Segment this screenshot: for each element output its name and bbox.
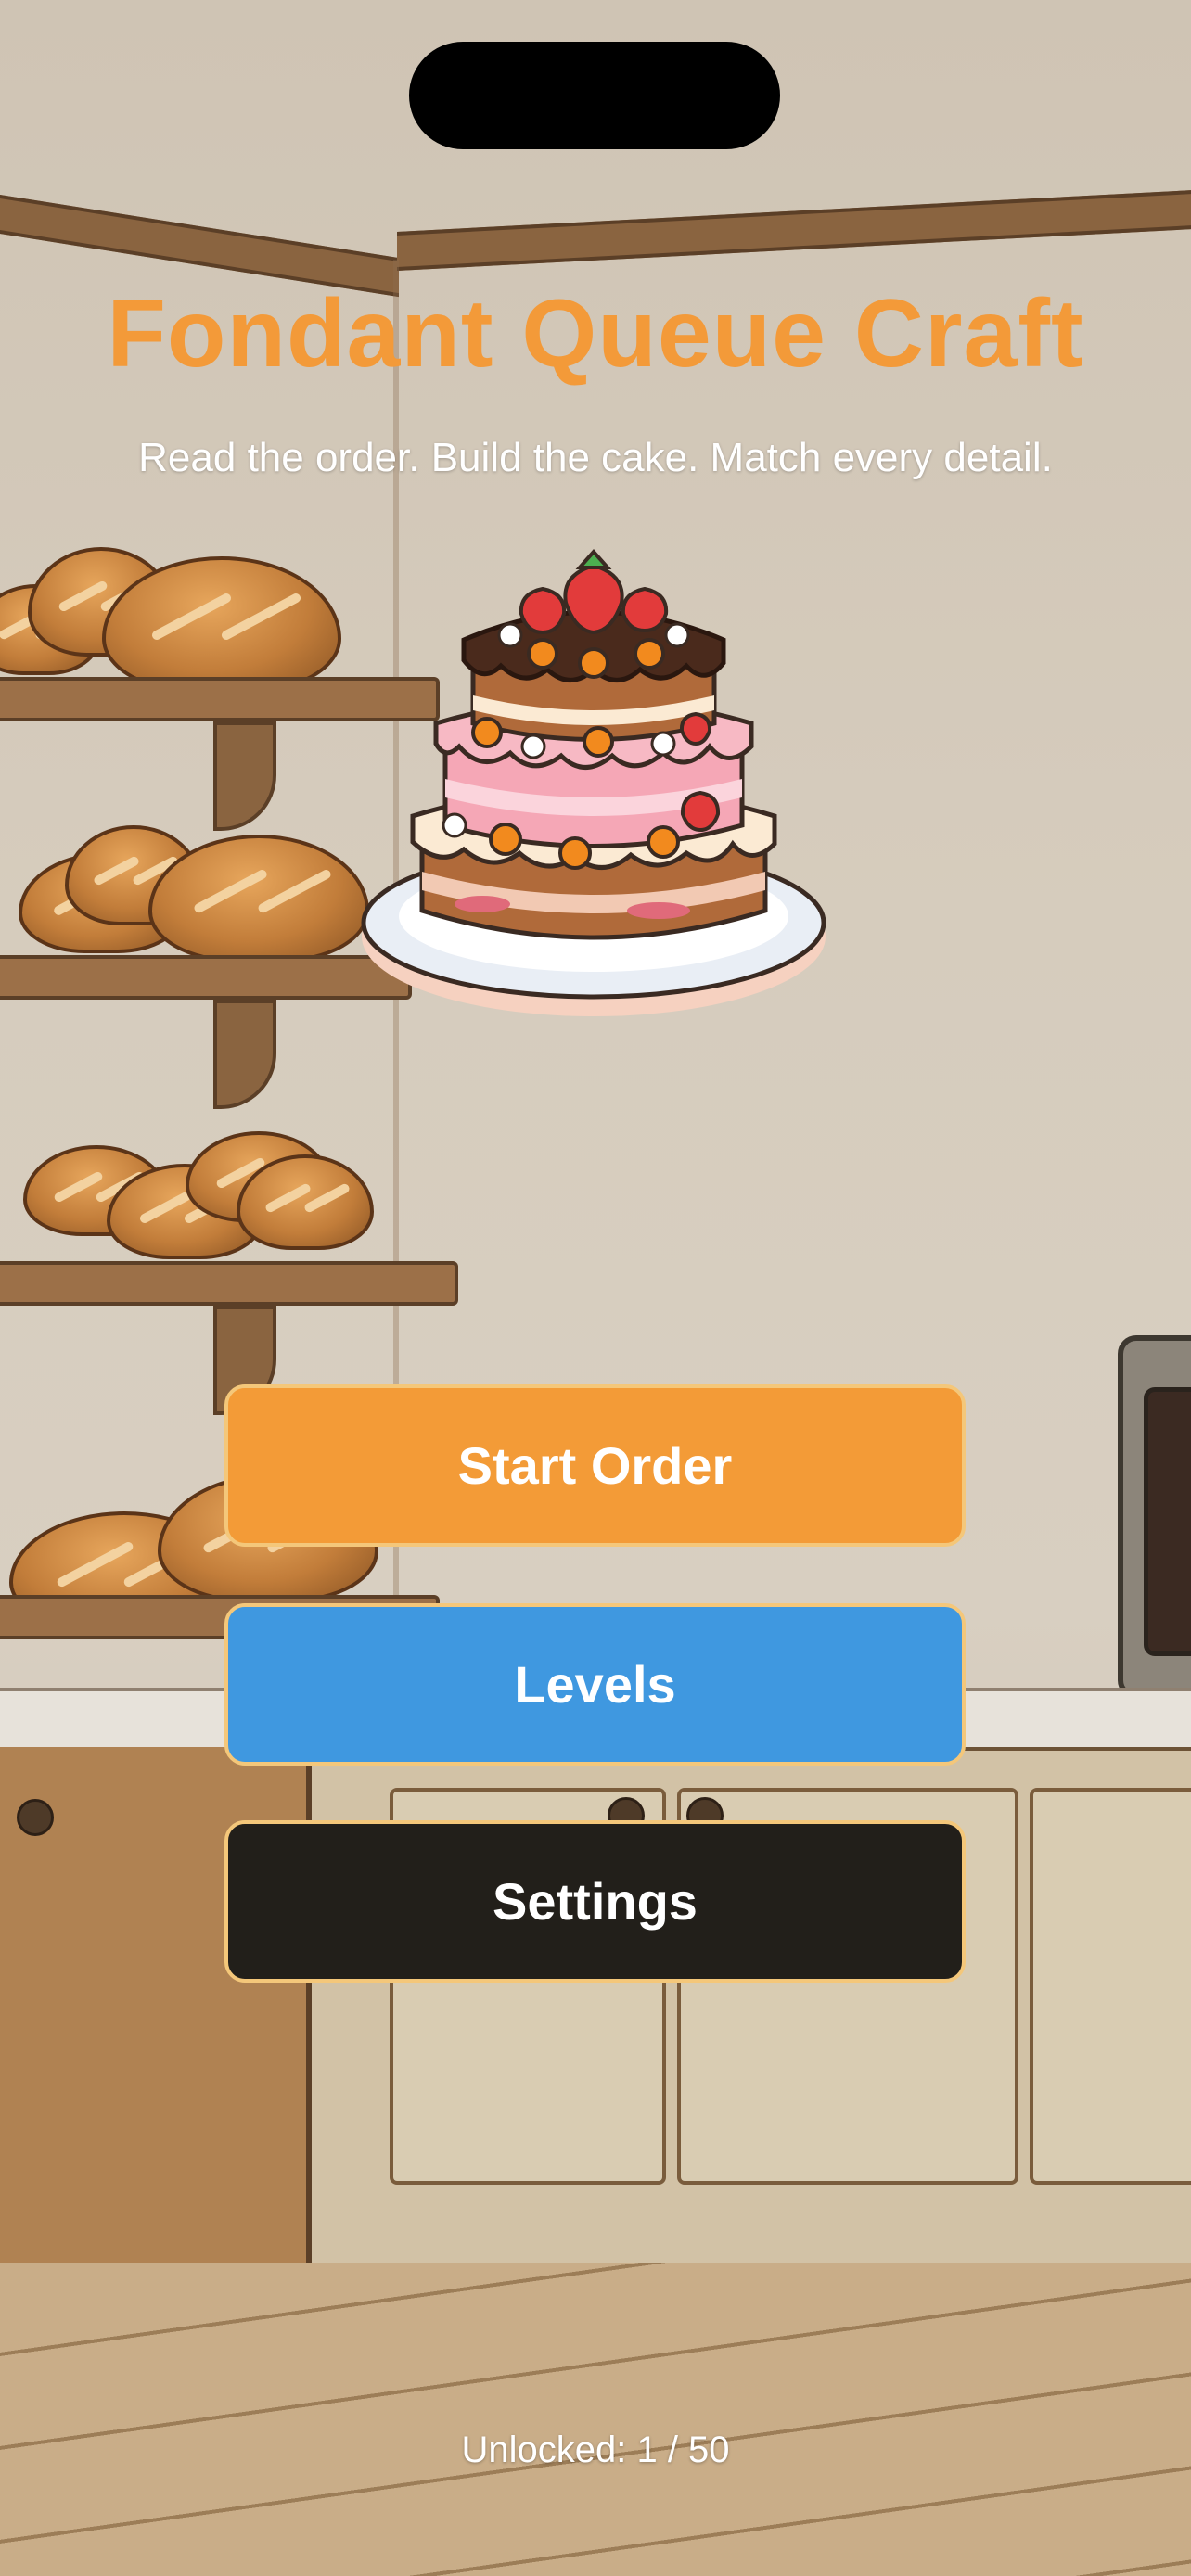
dynamic-island bbox=[409, 42, 780, 149]
wooden-floor bbox=[0, 2263, 1191, 2576]
oven bbox=[1118, 1335, 1191, 1699]
settings-label: Settings bbox=[493, 1872, 698, 1931]
start-order-button[interactable]: Start Order bbox=[224, 1384, 966, 1547]
unlocked-progress: Unlocked: 1 / 50 bbox=[461, 2429, 730, 2470]
settings-button[interactable]: Settings bbox=[224, 1820, 966, 1983]
layered-cake-icon bbox=[352, 547, 835, 1048]
cabinet-knob bbox=[17, 1799, 54, 1836]
game-title: Fondant Queue Craft bbox=[107, 280, 1084, 388]
bakery-shelf bbox=[0, 1261, 458, 1306]
cabinet-door bbox=[1030, 1788, 1191, 2185]
oven-window bbox=[1144, 1387, 1191, 1656]
start-order-label: Start Order bbox=[457, 1436, 733, 1495]
bakery-shelf bbox=[0, 955, 412, 1000]
game-subtitle: Read the order. Build the cake. Match ev… bbox=[138, 435, 1053, 480]
levels-button[interactable]: Levels bbox=[224, 1603, 966, 1766]
levels-label: Levels bbox=[514, 1655, 676, 1714]
